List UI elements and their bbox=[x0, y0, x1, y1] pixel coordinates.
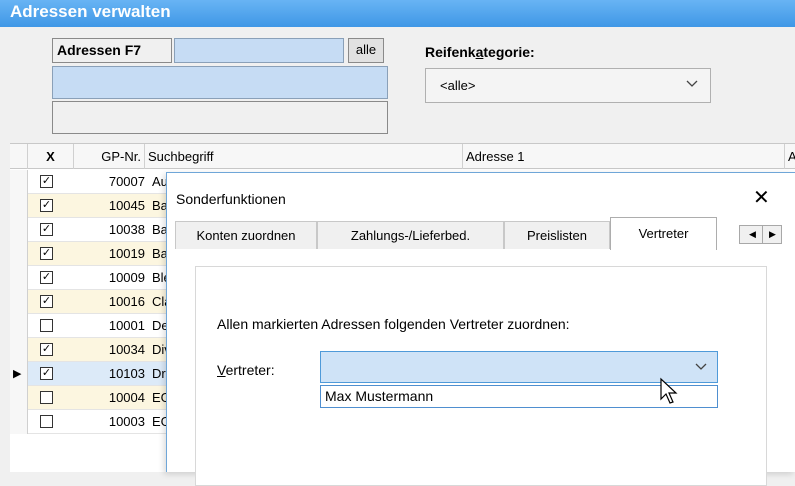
sonderfunktionen-dialog: Sonderfunktionen ✕ Konten zuordnen Zahlu… bbox=[166, 172, 795, 486]
vertreter-label: Vertreter: bbox=[217, 362, 275, 378]
header-suchbegriff[interactable]: Suchbegriff bbox=[145, 144, 463, 169]
header-gp-nr[interactable]: GP-Nr. bbox=[74, 144, 145, 169]
row-checkbox[interactable] bbox=[40, 319, 53, 332]
row-checkbox[interactable]: ✓ bbox=[40, 175, 53, 188]
cell-gp-nr: 10001 bbox=[108, 318, 145, 333]
header-x[interactable]: X bbox=[28, 144, 74, 169]
tab-preislisten[interactable]: Preislisten bbox=[504, 221, 610, 249]
row-checkbox[interactable]: ✓ bbox=[40, 199, 53, 212]
reifenkategorie-select[interactable]: <alle> bbox=[425, 68, 711, 103]
close-icon[interactable]: ✕ bbox=[753, 185, 770, 210]
row-checkbox[interactable]: ✓ bbox=[40, 223, 53, 236]
row-selector[interactable] bbox=[10, 218, 28, 242]
cell-gp-nr: 10038 bbox=[108, 222, 145, 237]
reifenkategorie-value: <alle> bbox=[440, 78, 476, 93]
mouse-cursor-icon bbox=[659, 377, 679, 408]
cell-gp-nr: 10004 bbox=[108, 390, 145, 405]
cell-gp-nr: 70007 bbox=[108, 174, 145, 189]
row-selector[interactable] bbox=[10, 410, 28, 434]
row-selector[interactable] bbox=[10, 290, 28, 314]
alle-button[interactable]: alle bbox=[348, 38, 384, 63]
window-title: Adressen verwalten bbox=[0, 0, 795, 27]
row-selector[interactable] bbox=[10, 338, 28, 362]
tab-zahlungs-lieferbed[interactable]: Zahlungs-/Lieferbed. bbox=[317, 221, 504, 249]
tab-arrow-divider bbox=[762, 226, 763, 243]
tab-konten-zuordnen[interactable]: Konten zuordnen bbox=[175, 221, 317, 249]
chevron-down-icon bbox=[695, 360, 707, 374]
reifenkategorie-label: Reifenkategorie: bbox=[425, 44, 535, 60]
chevron-down-icon bbox=[686, 77, 698, 91]
adressen-f7-label: Adressen F7 bbox=[52, 38, 172, 63]
row-checkbox[interactable]: ✓ bbox=[40, 367, 53, 380]
cell-gp-nr: 10103 bbox=[108, 366, 145, 381]
adressen-search-input[interactable] bbox=[174, 38, 344, 63]
row-selector[interactable] bbox=[10, 170, 28, 194]
row-selector[interactable] bbox=[10, 314, 28, 338]
tab-scroll-arrows[interactable]: ◀ ▶ bbox=[739, 225, 782, 244]
row-checkbox[interactable]: ✓ bbox=[40, 247, 53, 260]
row-selector[interactable] bbox=[10, 386, 28, 410]
row-checkbox[interactable] bbox=[40, 391, 53, 404]
arrow-left-icon[interactable]: ◀ bbox=[749, 229, 756, 240]
row-selector[interactable] bbox=[10, 266, 28, 290]
cell-gp-nr: 10034 bbox=[108, 342, 145, 357]
cell-gp-nr: 10003 bbox=[108, 414, 145, 429]
address-secondary-field[interactable] bbox=[52, 101, 388, 134]
row-checkbox[interactable]: ✓ bbox=[40, 271, 53, 284]
row-checkbox[interactable]: ✓ bbox=[40, 343, 53, 356]
instruction-text: Allen markierten Adressen folgenden Vert… bbox=[217, 316, 570, 332]
dialog-title: Sonderfunktionen bbox=[176, 191, 286, 207]
cell-gp-nr: 10019 bbox=[108, 246, 145, 261]
row-selector[interactable]: ▶ bbox=[10, 362, 28, 386]
row-checkbox[interactable]: ✓ bbox=[40, 295, 53, 308]
header-adresse-1[interactable]: Adresse 1 bbox=[463, 144, 785, 169]
row-selector[interactable] bbox=[10, 194, 28, 218]
address-selection-field[interactable] bbox=[52, 66, 388, 99]
row-selector[interactable] bbox=[10, 242, 28, 266]
tab-vertreter[interactable]: Vertreter bbox=[610, 217, 717, 250]
cell-gp-nr: 10045 bbox=[108, 198, 145, 213]
header-row-selector bbox=[10, 144, 28, 169]
header-next-column[interactable]: A bbox=[785, 144, 795, 169]
cell-gp-nr: 10009 bbox=[108, 270, 145, 285]
row-checkbox[interactable] bbox=[40, 415, 53, 428]
grid-header: X GP-Nr. Suchbegriff Adresse 1 A bbox=[10, 143, 795, 169]
arrow-right-icon[interactable]: ▶ bbox=[769, 229, 776, 240]
cell-gp-nr: 10016 bbox=[108, 294, 145, 309]
dialog-tabs: Konten zuordnen Zahlungs-/Lieferbed. Pre… bbox=[175, 217, 795, 250]
